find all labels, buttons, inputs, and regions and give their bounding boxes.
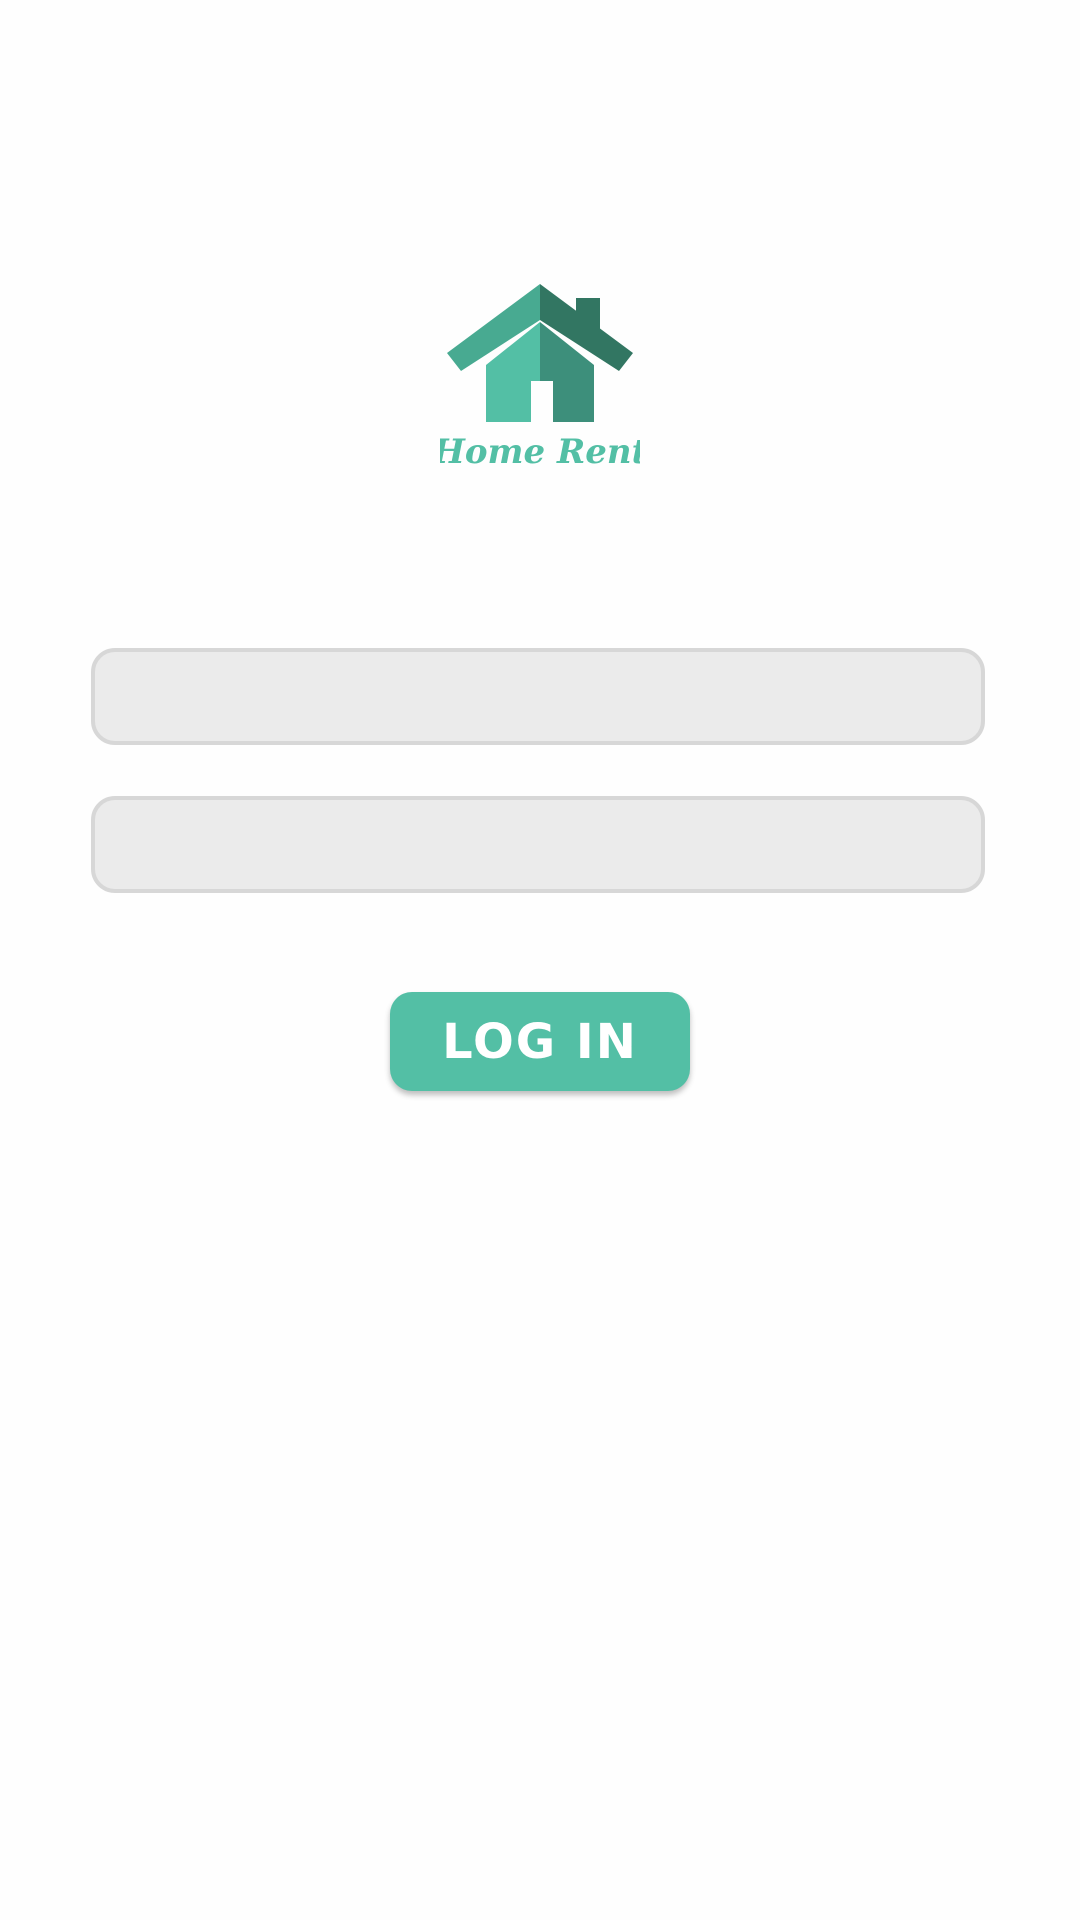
login-screen: Home Rent LOG IN [0,0,1080,1920]
login-button[interactable]: LOG IN [390,992,690,1091]
password-field[interactable] [91,796,985,893]
house-icon: Home Rent [440,284,640,470]
logo-text: Home Rent [440,432,640,470]
app-logo: Home Rent [440,270,640,470]
username-field[interactable] [91,648,985,745]
